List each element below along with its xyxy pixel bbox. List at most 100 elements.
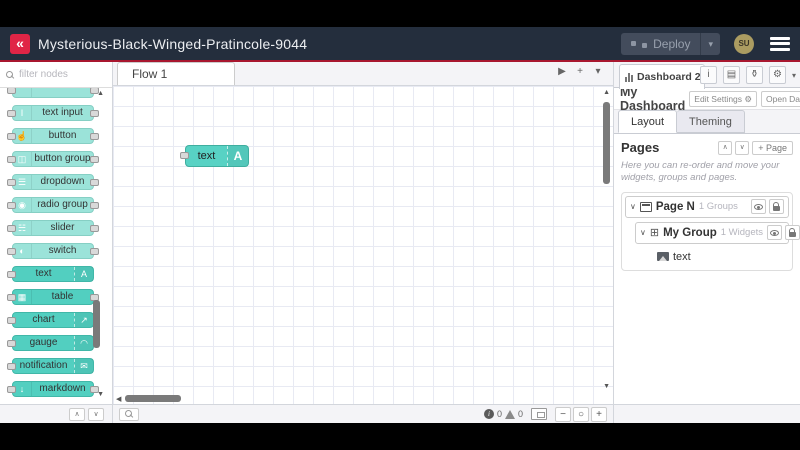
canvas-scroll-left-icon[interactable]: ◀ (116, 395, 121, 403)
palette-scroll-down-icon[interactable]: ▼ (97, 391, 104, 398)
palette-node[interactable]: ↓ markdown (7, 381, 99, 397)
filter-nodes-input[interactable] (19, 69, 99, 80)
node-input-port[interactable] (7, 110, 16, 117)
tab-theming[interactable]: Theming (677, 110, 745, 133)
layout-theming-tabs: Layout Theming (614, 110, 800, 134)
screen: « Mysterious-Black-Winged-Pratincole-904… (0, 0, 800, 450)
node-output-port[interactable] (90, 225, 99, 232)
burger-bar (770, 36, 790, 40)
page-lock-button[interactable] (769, 199, 784, 215)
move-page-up-button[interactable]: ∧ (718, 140, 733, 155)
tab-layout[interactable]: Layout (618, 110, 678, 133)
palette-node[interactable]: ☵ slider (7, 220, 99, 236)
flow-list-chevron-icon[interactable]: ▾ (591, 66, 605, 77)
palette-scrollbar[interactable] (93, 300, 100, 348)
flow-tab[interactable]: Flow 1 (117, 62, 235, 85)
node-output-port[interactable] (90, 156, 99, 163)
chevron-down-icon[interactable]: ∨ (630, 202, 636, 211)
palette-node[interactable]: ✉ notification (7, 358, 94, 374)
node-output-port[interactable] (90, 179, 99, 186)
node-type-icon: ↗ (74, 313, 93, 327)
debug-sidebar-button[interactable]: ⚱ (745, 66, 763, 84)
collapse-categories-button[interactable]: ∧ (69, 407, 85, 421)
palette-scroll-up-icon[interactable]: ▲ (97, 90, 104, 97)
palette-node[interactable]: ◉ radio group (7, 197, 99, 213)
main-row: I text input ☝ button (0, 62, 800, 423)
config-nodes-sidebar-button[interactable]: ⚙ (768, 66, 786, 84)
tab-scroll-right-icon[interactable]: ▶ (555, 66, 569, 77)
palette-node-label: slider (50, 222, 75, 233)
info-sidebar-button[interactable]: i (699, 66, 717, 84)
group-lock-button[interactable] (785, 225, 800, 241)
node-input-port[interactable] (7, 294, 16, 301)
canvas-horizontal-scrollbar[interactable] (125, 395, 181, 402)
move-page-down-button[interactable]: ∨ (735, 140, 750, 155)
node-input-port[interactable] (180, 152, 189, 159)
group-meta: 1 Widgets (720, 227, 763, 239)
deploy-options-chevron-icon[interactable]: ▾ (700, 32, 720, 55)
tree-group-row[interactable]: ∨ ⊞ My Group 1 Widgets (635, 221, 800, 244)
node-output-port[interactable] (90, 248, 99, 255)
tab-dashboard-2[interactable]: Dashboard 2.0 (619, 64, 709, 89)
node-output-port[interactable] (90, 110, 99, 117)
palette-node[interactable]: ◠ gauge (7, 335, 94, 351)
deploy-button[interactable]: Deploy ▾ (621, 32, 720, 55)
navigator-toggle-button[interactable] (531, 408, 547, 420)
canvas-node-text[interactable]: text A (180, 145, 249, 167)
palette-node-label: button (48, 130, 77, 141)
tree-widget-row[interactable]: text (653, 247, 789, 267)
node-input-port[interactable] (7, 88, 16, 94)
palette-node[interactable]: A text (7, 266, 94, 282)
deploy-label: Deploy (653, 36, 691, 51)
node-type-icon: ✉ (74, 359, 93, 373)
node-input-port[interactable] (7, 340, 16, 347)
flow-canvas[interactable]: text A ▲ ▼ ◀ (113, 86, 613, 404)
open-dashboard-button[interactable]: Open Dashboard ↗ (761, 90, 800, 107)
search-icon (6, 70, 14, 79)
palette-node[interactable]: ◐ switch (7, 243, 99, 259)
palette-node-label: gauge (29, 337, 58, 348)
node-input-port[interactable] (7, 248, 16, 255)
palette-node[interactable]: ↗ chart (7, 312, 94, 328)
canvas-scroll-down-icon[interactable]: ▼ (603, 383, 610, 390)
node-input-port[interactable] (7, 225, 16, 232)
node-input-port[interactable] (7, 271, 16, 278)
unlock-icon (773, 202, 780, 212)
user-avatar[interactable]: SU (734, 33, 754, 54)
node-input-port[interactable] (7, 363, 16, 370)
main-menu-button[interactable] (770, 36, 790, 51)
palette-node[interactable]: ☰ dropdown (7, 174, 99, 190)
pages-header: Pages ∧ ∨ + Page (621, 140, 793, 155)
page-visibility-button[interactable] (751, 199, 766, 215)
node-output-port[interactable] (90, 202, 99, 209)
node-input-port[interactable] (7, 317, 16, 324)
expand-categories-button[interactable]: ∨ (88, 407, 104, 421)
sidebar-more-tabs-chevron-icon[interactable]: ▾ (792, 71, 796, 80)
palette-node[interactable]: I text input (7, 105, 99, 121)
node-input-port[interactable] (7, 179, 16, 186)
node-input-port[interactable] (7, 386, 16, 393)
palette-node[interactable]: ▦ table (7, 289, 99, 305)
palette-node[interactable]: ☝ button (7, 128, 99, 144)
canvas-vertical-scrollbar[interactable] (603, 102, 610, 184)
add-page-button[interactable]: + Page (752, 140, 793, 155)
workspace-search-button[interactable] (119, 407, 139, 421)
node-input-port[interactable] (7, 202, 16, 209)
canvas-scroll-up-icon[interactable]: ▲ (603, 89, 610, 96)
eye-icon (754, 203, 763, 210)
chevron-down-icon[interactable]: ∨ (640, 228, 646, 237)
palette-node[interactable]: ◫ button group (7, 151, 99, 167)
edit-settings-button[interactable]: Edit Settings ⚙ (689, 90, 757, 107)
help-sidebar-button[interactable]: ▤ (722, 66, 740, 84)
add-flow-button[interactable]: + (573, 66, 587, 77)
zoom-reset-button[interactable]: ○ (573, 406, 589, 422)
tree-page-row[interactable]: ∨ Page N 1 Groups (625, 195, 789, 218)
palette-node[interactable] (7, 88, 99, 98)
node-input-port[interactable] (7, 133, 16, 140)
group-visibility-button[interactable] (767, 225, 782, 241)
node-output-port[interactable] (90, 133, 99, 140)
zoom-out-button[interactable]: − (555, 406, 571, 422)
sidebar-footer (614, 404, 800, 423)
zoom-in-button[interactable]: + (591, 406, 607, 422)
node-input-port[interactable] (7, 156, 16, 163)
